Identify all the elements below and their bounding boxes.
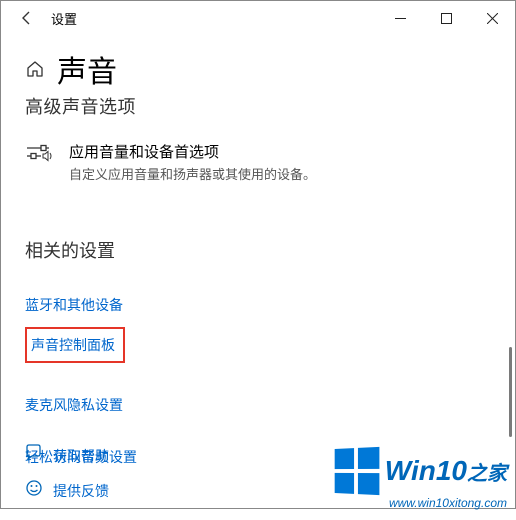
related-settings-heading: 相关的设置 [25, 237, 491, 263]
watermark-url: www.win10xitong.com [333, 496, 507, 510]
link-sound-control-panel[interactable]: 声音控制面板 [31, 335, 115, 355]
link-give-feedback[interactable]: 提供反馈 [53, 481, 109, 501]
maximize-button[interactable] [423, 1, 469, 35]
link-bluetooth-devices[interactable]: 蓝牙和其他设备 [25, 295, 123, 315]
app-volume-option[interactable]: 应用音量和设备首选项 自定义应用音量和扬声器或其使用的设备。 [25, 141, 491, 183]
section-advanced-sound: 高级声音选项 [25, 93, 491, 119]
volume-settings-icon [25, 143, 53, 172]
app-volume-description: 自定义应用音量和扬声器或其使用的设备。 [69, 164, 316, 183]
highlight-annotation: 声音控制面板 [25, 327, 125, 363]
home-icon[interactable] [25, 59, 45, 84]
scrollbar-thumb[interactable] [509, 347, 512, 437]
minimize-button[interactable] [377, 1, 423, 35]
close-button[interactable] [469, 1, 515, 35]
link-mic-privacy[interactable]: 麦克风隐私设置 [25, 395, 123, 415]
help-icon [25, 444, 43, 467]
app-volume-title: 应用音量和设备首选项 [69, 141, 316, 162]
link-get-help[interactable]: 获取帮助 [53, 446, 109, 466]
feedback-icon [25, 479, 43, 502]
back-button[interactable] [7, 1, 47, 35]
page-title: 声音 [57, 47, 117, 91]
window-title: 设置 [51, 9, 77, 28]
